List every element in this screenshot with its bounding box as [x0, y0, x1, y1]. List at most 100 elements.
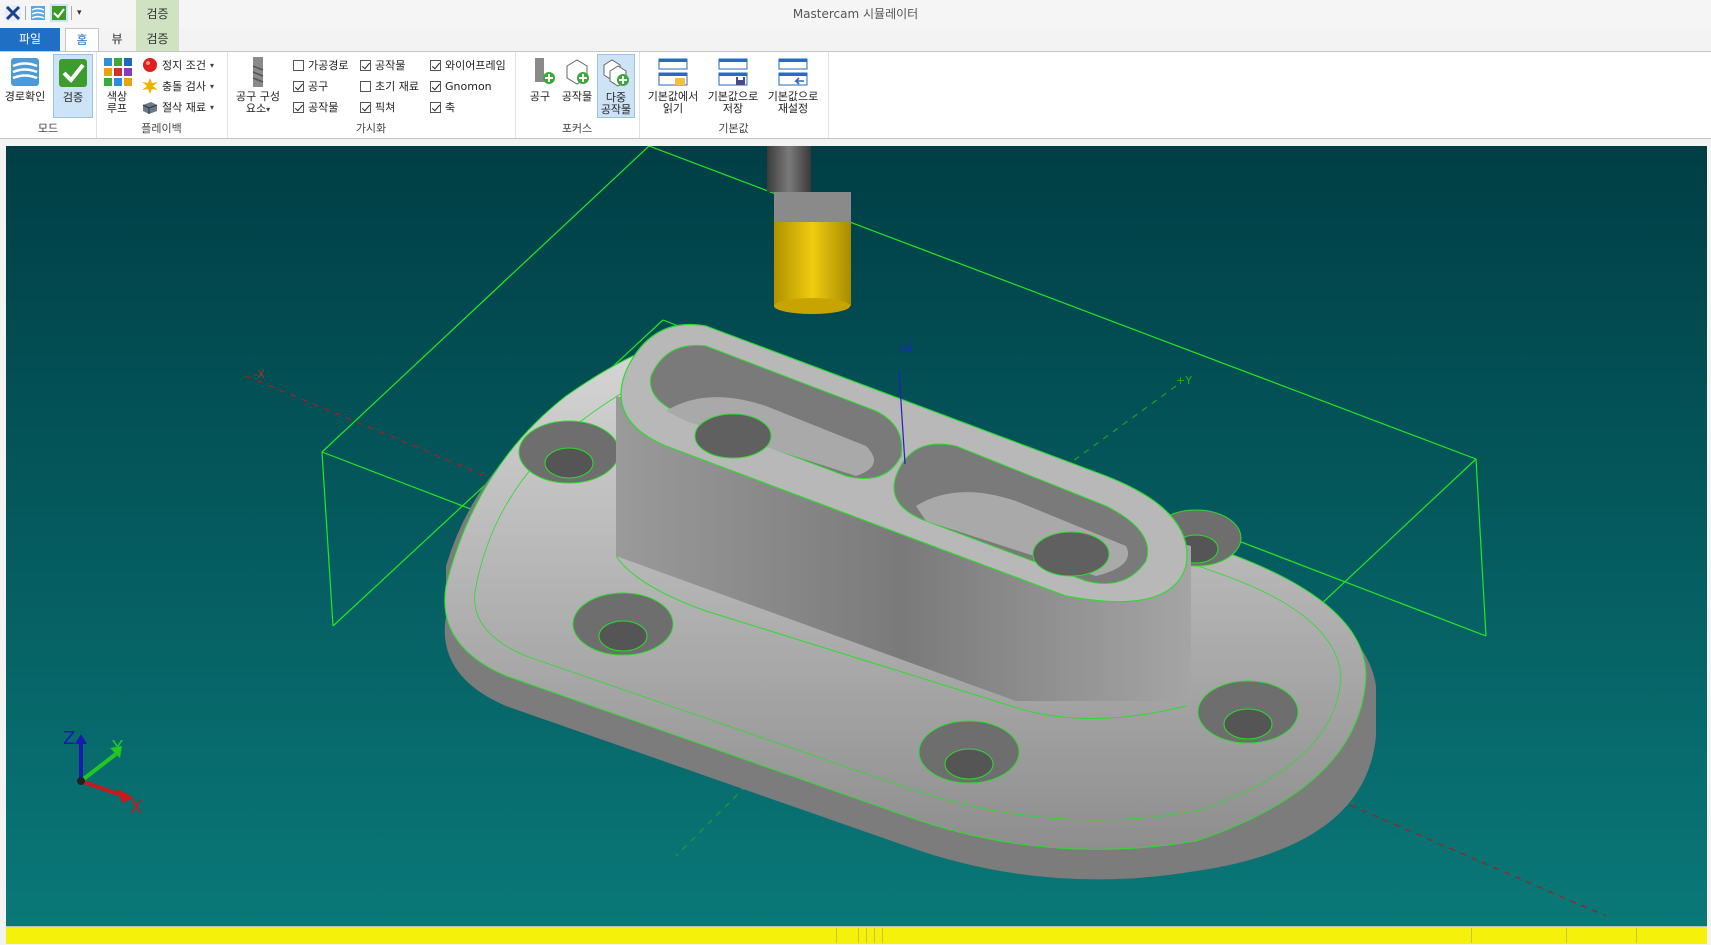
save-defaults-button[interactable]: 기본값으로 저장: [705, 54, 761, 115]
checkbox-label: 공구: [308, 80, 329, 93]
checkbox-axes[interactable]: 축: [430, 98, 455, 116]
checkbox-tool[interactable]: 공구: [293, 77, 328, 95]
focus-tool-button[interactable]: 공구: [527, 54, 555, 103]
checkbox-box[interactable]: [430, 80, 441, 92]
checkbox-box[interactable]: [293, 101, 304, 113]
checkbox-initial-stock[interactable]: 초기 재료: [360, 77, 419, 95]
title-bar: ▾ Mastercam 시뮬레이터: [0, 0, 1711, 28]
cut-stock-label: 절삭 재료: [162, 101, 206, 114]
axis-label-x-neg: -X: [254, 368, 265, 381]
stop-condition-button[interactable]: 정지 조건 ▾: [142, 56, 214, 74]
x-axis-line: [1305, 785, 1607, 917]
checkbox-label: 픽쳐: [375, 101, 396, 114]
group-playback: 색상 루프 정지 조건 ▾ 충돌 검사 ▾ 절삭 재료 ▾ 플레이백: [96, 52, 228, 138]
chevron-down-icon: ▾: [266, 105, 271, 114]
checkbox-gnomon[interactable]: Gnomon: [430, 77, 492, 95]
group-focus: 공구 공작물 다중 공작물 포커스: [515, 52, 640, 138]
group-mode-label: 모드: [37, 122, 59, 135]
save-defaults-label-2: 저장: [722, 102, 744, 115]
verify-check-icon: [59, 59, 87, 87]
focus-tool-label: 공구: [529, 90, 551, 103]
checkbox-box[interactable]: [360, 101, 371, 113]
timeline-marker: [1566, 928, 1567, 943]
axis-label-y-pos: +Y: [1176, 374, 1192, 387]
checkbox-toolpath[interactable]: 가공경로: [293, 56, 348, 74]
chevron-down-icon: ▾: [209, 102, 214, 112]
gnomon-label-y: Y: [111, 737, 124, 758]
group-defaults: 기본값에서 읽기 기본값으로 저장 기본값으로 재설정 기본값: [639, 52, 829, 138]
app-title: Mastercam 시뮬레이터: [792, 7, 919, 21]
end-mill-icon: [252, 57, 264, 87]
timeline-marker: [858, 928, 859, 943]
focus-multi-workpiece-button[interactable]: 다중 공작물: [597, 54, 635, 118]
tab-home[interactable]: 홈: [65, 28, 99, 53]
collision-check-label: 충돌 검사: [162, 80, 206, 93]
timeline-marker: [1636, 928, 1637, 943]
cut-stock-button[interactable]: 절삭 재료 ▾: [142, 98, 214, 116]
checkbox-box[interactable]: [430, 59, 441, 71]
tool-components-button[interactable]: 공구 구성 요소▾: [233, 54, 283, 116]
checkbox-box[interactable]: [293, 80, 304, 92]
checkbox-label: 공작물: [375, 59, 406, 72]
checkbox-label: 와이어프레임: [445, 59, 506, 72]
playback-timeline-bar[interactable]: [6, 926, 1707, 944]
path-check-button[interactable]: 경로확인: [4, 54, 46, 103]
load-defaults-label-2: 읽기: [662, 102, 684, 115]
color-loop-button[interactable]: 색상 루프: [102, 54, 132, 115]
gnomon: Z Y X: [63, 728, 142, 818]
save-defaults-icon: [718, 58, 748, 86]
load-defaults-button[interactable]: 기본값에서 읽기: [645, 54, 701, 115]
verify-label: 검증: [62, 91, 84, 104]
multi-workpiece-icon: [603, 59, 629, 87]
group-visualize: 공구 구성 요소▾ 가공경로 공구 공작물 공작물 초기 재료 픽쳐 와이어프레…: [227, 52, 516, 138]
reset-defaults-label-2: 재설정: [777, 102, 809, 115]
tool-focus-icon: [535, 58, 555, 84]
workpiece-focus-icon: [566, 59, 589, 85]
tab-file[interactable]: 파일: [0, 28, 60, 51]
checkbox-workpiece-1[interactable]: 공작물: [293, 98, 338, 116]
timeline-marker: [882, 928, 883, 943]
focus-workpiece-button[interactable]: 공작물: [559, 54, 595, 103]
gnomon-label-z: Z: [63, 728, 75, 749]
y-axis-line: [1065, 385, 1177, 467]
checkbox-label: 공작물: [308, 101, 339, 114]
pocket-right-hole: [1032, 531, 1110, 577]
gnomon-label-x: X: [130, 797, 142, 818]
timeline-marker: [836, 928, 837, 943]
y-axis-line: [675, 785, 747, 857]
reset-defaults-button[interactable]: 기본값으로 재설정: [765, 54, 821, 115]
checkbox-box[interactable]: [293, 59, 304, 71]
stop-sign-icon: [143, 58, 157, 72]
scene-svg: -X +Y +Z Z Y X: [63, 146, 1607, 917]
group-focus-label: 포커스: [561, 122, 593, 135]
collision-burst-icon: [142, 78, 158, 94]
load-defaults-icon: [658, 58, 688, 86]
group-visualize-label: 가시화: [355, 122, 387, 135]
stock-block-icon: [142, 102, 158, 114]
timeline-marker: [874, 928, 875, 943]
checkbox-label: 축: [445, 101, 456, 114]
checkbox-fixture[interactable]: 픽쳐: [360, 98, 395, 116]
chevron-down-icon: ▾: [209, 81, 214, 91]
checkbox-box[interactable]: [360, 80, 371, 92]
path-check-label: 경로확인: [4, 90, 46, 103]
context-tab-title: 검증: [146, 7, 169, 21]
checkbox-workpiece-2[interactable]: 공작물: [360, 56, 405, 74]
group-playback-label: 플레이백: [141, 122, 182, 135]
tab-verify[interactable]: 검증: [136, 28, 179, 51]
tab-view[interactable]: 뷰: [104, 28, 130, 51]
color-grid-icon: [104, 58, 132, 86]
checkbox-wireframe[interactable]: 와이어프레임: [430, 56, 506, 74]
checkbox-box[interactable]: [360, 59, 371, 71]
focus-workpiece-label: 공작물: [561, 90, 593, 103]
checkbox-label: 가공경로: [308, 59, 349, 72]
checkbox-label: Gnomon: [445, 79, 492, 93]
simulation-viewport[interactable]: -X +Y +Z Z Y X: [6, 146, 1707, 926]
collision-check-button[interactable]: 충돌 검사 ▾: [142, 77, 214, 95]
checkbox-box[interactable]: [430, 101, 441, 113]
ribbon-tab-row: 파일 홈 뷰 검증: [0, 28, 1711, 53]
group-defaults-label: 기본값: [718, 122, 749, 135]
x-axis-line: [245, 375, 487, 477]
verify-button[interactable]: 검증: [53, 54, 93, 118]
checkbox-label: 초기 재료: [375, 80, 419, 93]
